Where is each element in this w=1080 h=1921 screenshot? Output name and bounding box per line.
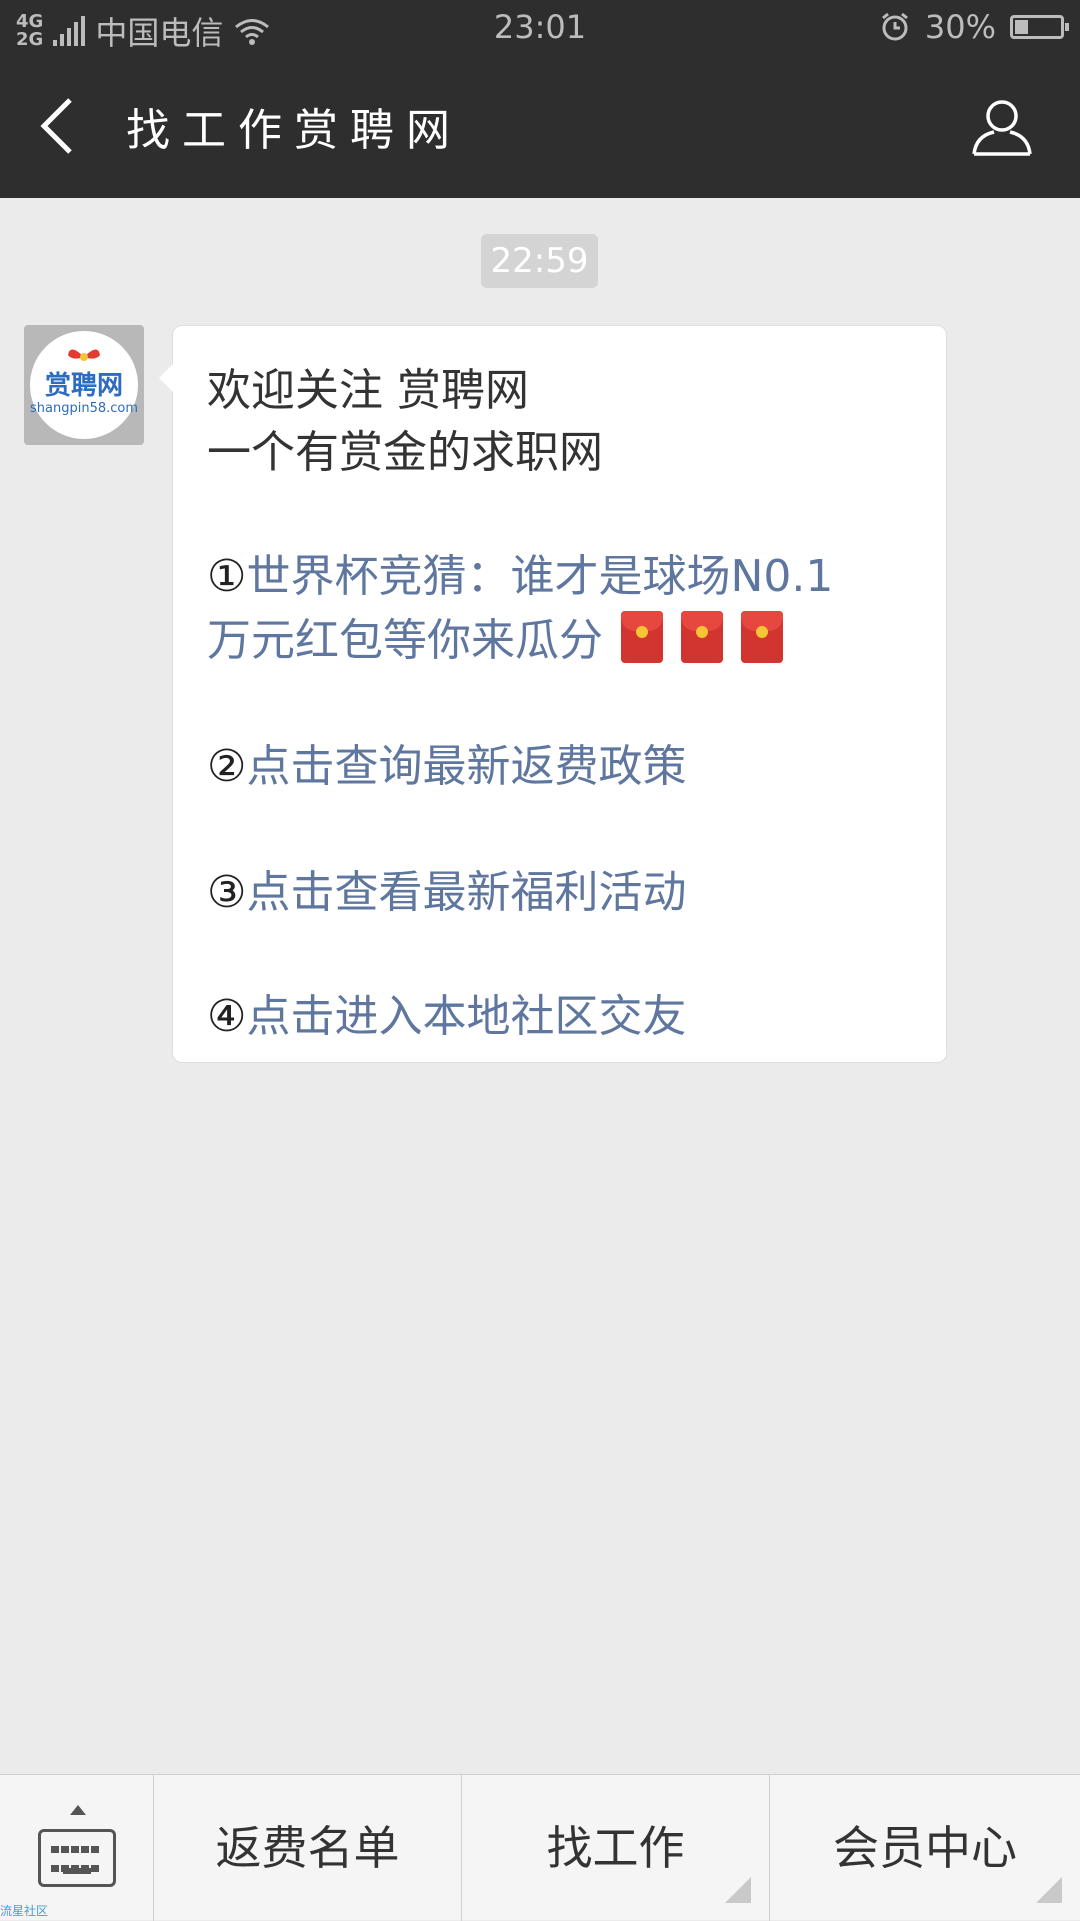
list-item-1-cont[interactable]: 万元红包等你来瓜分: [207, 604, 783, 668]
status-bar: 4G 2G 中国电信 23:01 30%: [0, 0, 1080, 54]
menu-item-member-center[interactable]: 会员中心: [770, 1775, 1080, 1921]
message-bubble: 欢迎关注 赏聘网 一个有赏金的求职网 ①世界杯竞猜：谁才是球场N0.1 万元红包…: [159, 325, 947, 1063]
gift-bow-icon: [68, 349, 100, 361]
watermark: 流星社区: [0, 1904, 49, 1918]
item-3-link[interactable]: 点击查看最新福利活动: [246, 867, 686, 918]
list-item-3[interactable]: ③点击查看最新福利活动: [207, 856, 686, 920]
battery-percent: 30%: [924, 8, 996, 46]
item-1-link-line-1[interactable]: 世界杯竞猜：谁才是球场N0.1: [246, 551, 833, 602]
avatar-logo: 赏聘网 shangpin58.com: [30, 331, 138, 439]
status-right: 30%: [879, 8, 1069, 46]
chevron-up-icon: [70, 1805, 86, 1815]
welcome-line-2: 一个有赏金的求职网: [207, 427, 603, 478]
nav-bar: 找工作赏聘网: [0, 54, 1080, 198]
user-icon[interactable]: [970, 96, 1034, 160]
item-2-link[interactable]: 点击查询最新返费政策: [246, 741, 686, 792]
welcome-line-1: 欢迎关注 赏聘网: [207, 365, 529, 416]
menu-item-label: 找工作: [546, 1821, 685, 1875]
message-timestamp: 22:59: [481, 234, 598, 288]
item-1-link-line-2[interactable]: 万元红包等你来瓜分: [207, 615, 603, 666]
item-1-marker: ①: [207, 551, 247, 602]
alarm-icon: [881, 12, 908, 41]
submenu-indicator-icon: [1036, 1877, 1062, 1903]
keyboard-icon: [38, 1829, 116, 1887]
bottom-menu-bar: 流星社区 返费名单 找工作 会员中心: [0, 1774, 1080, 1921]
keyboard-toggle-button[interactable]: 流星社区: [0, 1775, 154, 1921]
menu-item-rebate-list[interactable]: 返费名单: [154, 1775, 462, 1921]
avatar[interactable]: 赏聘网 shangpin58.com: [24, 325, 144, 445]
page-title: 找工作赏聘网: [126, 105, 462, 156]
menu-item-find-job[interactable]: 找工作: [462, 1775, 770, 1921]
item-2-marker: ②: [207, 741, 247, 792]
list-item-1[interactable]: ①世界杯竞猜：谁才是球场N0.1: [207, 540, 833, 604]
avatar-logo-text: 赏聘网: [44, 371, 123, 401]
menu-item-label: 返费名单: [215, 1821, 400, 1875]
item-4-link[interactable]: 点击进入本地社区交友: [246, 991, 686, 1042]
item-3-marker: ③: [207, 867, 247, 918]
red-packet-icon: [741, 611, 783, 663]
battery-icon: [1010, 15, 1069, 39]
red-packet-icon: [681, 611, 723, 663]
red-packet-icon: [621, 611, 663, 663]
menu-item-label: 会员中心: [833, 1821, 1017, 1875]
battery-fill: [1015, 20, 1028, 34]
list-item-2[interactable]: ②点击查询最新返费政策: [207, 730, 686, 794]
chevron-left-icon[interactable]: [30, 92, 90, 160]
submenu-indicator-icon: [725, 1877, 751, 1903]
item-4-marker: ④: [207, 991, 247, 1042]
list-item-4[interactable]: ④点击进入本地社区交友: [207, 980, 686, 1044]
avatar-logo-sub: shangpin58.com: [30, 401, 139, 416]
